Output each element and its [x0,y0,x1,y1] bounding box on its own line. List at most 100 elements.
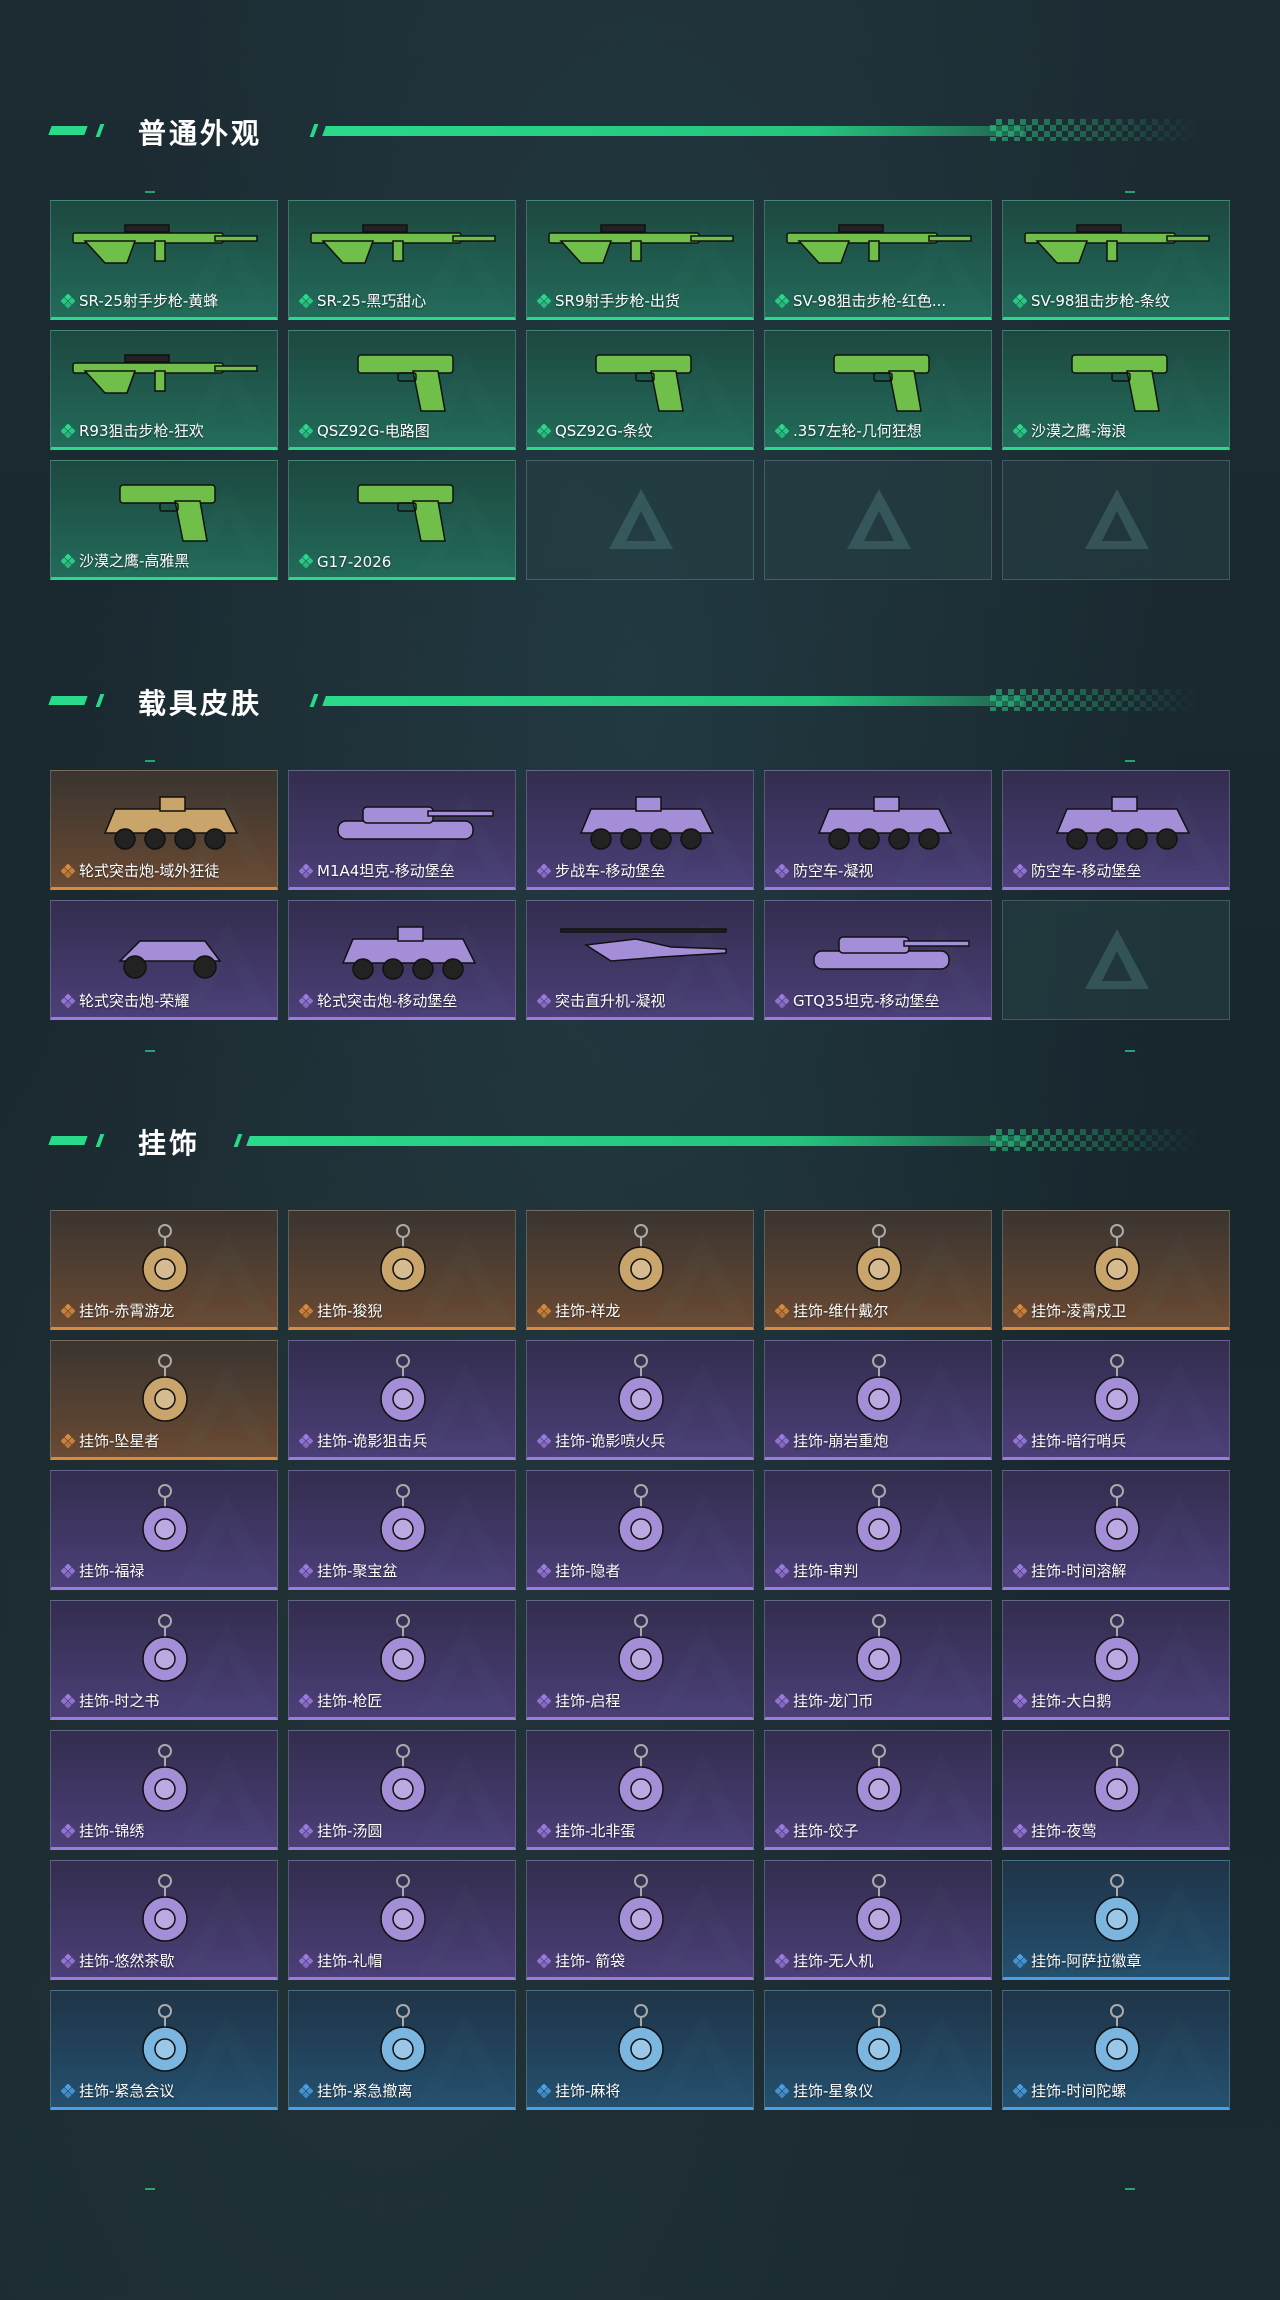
item-card[interactable]: 挂饰-枪匠 [288,1600,516,1720]
empty-slot [1002,460,1230,580]
item-card[interactable]: 挂饰-诡影喷火兵 [526,1340,754,1460]
charm-icon [618,1354,664,1422]
item-card[interactable]: 挂饰-夜莺 [1002,1730,1230,1850]
item-card[interactable]: 挂饰-紧急会议 [50,1990,278,2110]
item-card[interactable]: 防空车-凝视 [764,770,992,890]
item-label: 挂饰-隐者 [555,1562,621,1580]
item-card[interactable]: 挂饰-饺子 [764,1730,992,1850]
charm-icon [618,1874,664,1942]
item-card[interactable]: 防空车-移动堡垒 [1002,770,1230,890]
item-card[interactable]: SR-25射手步枪-黄蜂 [50,200,278,320]
item-card[interactable]: G17-2026 [288,460,516,580]
item-card[interactable]: 挂饰-狻猊 [288,1210,516,1330]
item-card[interactable]: 挂饰-龙门币 [764,1600,992,1720]
item-card[interactable]: 挂饰-聚宝盆 [288,1470,516,1590]
charm-icon [856,2004,902,2072]
item-label: 沙漠之鹰-高雅黑 [79,552,190,570]
rarity-diamond-icon [61,424,75,438]
item-card[interactable]: 挂饰-暗行哨兵 [1002,1340,1230,1460]
item-label: 挂饰- 箭袋 [555,1952,626,1970]
header-dash [48,696,88,705]
item-card[interactable]: R93狙击步枪-狂欢 [50,330,278,450]
item-card[interactable]: 挂饰-北非蛋 [526,1730,754,1850]
header-checker-pattern [990,689,1200,711]
item-card[interactable]: 挂饰-维什戴尔 [764,1210,992,1330]
helicopter-icon [560,928,727,962]
item-card[interactable]: 挂饰-隐者 [526,1470,754,1590]
charm-icon [142,1874,188,1942]
item-card[interactable]: 挂饰-福禄 [50,1470,278,1590]
charm-icon [856,1484,902,1552]
item-card[interactable]: 挂饰-审判 [764,1470,992,1590]
charm-icon [142,1224,188,1292]
item-card[interactable]: 挂饰-时间溶解 [1002,1470,1230,1590]
item-card[interactable]: 挂饰-诡影狙击兵 [288,1340,516,1460]
item-card[interactable]: SR9射手步枪-出货 [526,200,754,320]
item-card[interactable]: 挂饰-锦绣 [50,1730,278,1850]
tank-icon [813,936,970,970]
item-card[interactable]: 挂饰-大白鹅 [1002,1600,1230,1720]
item-card[interactable]: 沙漠之鹰-海浪 [1002,330,1230,450]
item-card[interactable]: 挂饰-汤圆 [288,1730,516,1850]
item-card[interactable]: QSZ92G-条纹 [526,330,754,450]
rarity-diamond-icon [299,1824,313,1838]
item-label: .357左轮-几何狂想 [793,422,922,440]
item-card[interactable]: .357左轮-几何狂想 [764,330,992,450]
item-card[interactable]: 步战车-移动堡垒 [526,770,754,890]
item-card[interactable]: GTQ35坦克-移动堡垒 [764,900,992,1020]
item-card[interactable]: 挂饰-启程 [526,1600,754,1720]
item-label: 挂饰-时之书 [79,1692,160,1710]
pistol-icon [357,354,454,412]
item-card[interactable]: 挂饰-时之书 [50,1600,278,1720]
item-card[interactable]: 挂饰-坠星者 [50,1340,278,1460]
item-card[interactable]: 挂饰-赤霄游龙 [50,1210,278,1330]
item-card[interactable]: 挂饰-星象仪 [764,1990,992,2110]
charm-icon [1094,1874,1140,1942]
item-label: 挂饰-审判 [793,1562,859,1580]
item-card[interactable]: M1A4坦克-移动堡垒 [288,770,516,890]
item-card[interactable]: 挂饰-崩岩重炮 [764,1340,992,1460]
rarity-diamond-icon [299,294,313,308]
corner-mark [145,191,155,193]
item-card[interactable]: 挂饰-时间陀螺 [1002,1990,1230,2110]
item-label: 突击直升机-凝视 [555,992,666,1010]
item-card[interactable]: 突击直升机-凝视 [526,900,754,1020]
item-card[interactable]: QSZ92G-电路图 [288,330,516,450]
item-card[interactable]: 挂饰-礼帽 [288,1860,516,1980]
sniper-rifle-icon [786,224,972,264]
item-label: 挂饰-凌霄戍卫 [1031,1302,1127,1320]
item-card[interactable]: 轮式突击炮-域外狂徒 [50,770,278,890]
charm-icon [618,2004,664,2072]
pistol-icon [357,484,454,542]
rarity-diamond-icon [1013,1564,1027,1578]
item-label: 挂饰-诡影喷火兵 [555,1432,666,1450]
charm-icon [380,1224,426,1292]
charm-icon [380,1354,426,1422]
item-label: R93狙击步枪-狂欢 [79,422,204,440]
item-card[interactable]: 挂饰-阿萨拉徽章 [1002,1860,1230,1980]
item-card[interactable]: 轮式突击炮-移动堡垒 [288,900,516,1020]
item-label: 挂饰-龙门币 [793,1692,874,1710]
section-title: 挂饰 [138,1127,201,1160]
item-label: 挂饰-紧急会议 [79,2082,175,2100]
rarity-diamond-icon [61,1694,75,1708]
item-label: QSZ92G-条纹 [555,422,653,440]
item-label: 挂饰-诡影狙击兵 [317,1432,428,1450]
rarity-diamond-icon [775,2084,789,2098]
item-card[interactable]: 挂饰- 箭袋 [526,1860,754,1980]
item-card[interactable]: 挂饰-紧急撤离 [288,1990,516,2110]
item-card[interactable]: SV-98狙击步枪-红色... [764,200,992,320]
header-tick [309,124,319,137]
item-card[interactable]: 沙漠之鹰-高雅黑 [50,460,278,580]
item-card[interactable]: 轮式突击炮-荣耀 [50,900,278,1020]
item-card[interactable]: 挂饰-无人机 [764,1860,992,1980]
item-card[interactable]: SR-25-黑巧甜心 [288,200,516,320]
item-card[interactable]: 挂饰-祥龙 [526,1210,754,1330]
item-card[interactable]: 挂饰-麻将 [526,1990,754,2110]
item-card[interactable]: SV-98狙击步枪-条纹 [1002,200,1230,320]
item-card[interactable]: 挂饰-凌霄戍卫 [1002,1210,1230,1330]
item-card[interactable]: 挂饰-悠然茶歇 [50,1860,278,1980]
vehicles-grid: 轮式突击炮-域外狂徒 M1A4坦克-移动堡垒 步战车-移动堡垒 防空车-凝视 防… [50,770,1230,1020]
item-label: QSZ92G-电路图 [317,422,430,440]
item-label: 沙漠之鹰-海浪 [1031,422,1127,440]
